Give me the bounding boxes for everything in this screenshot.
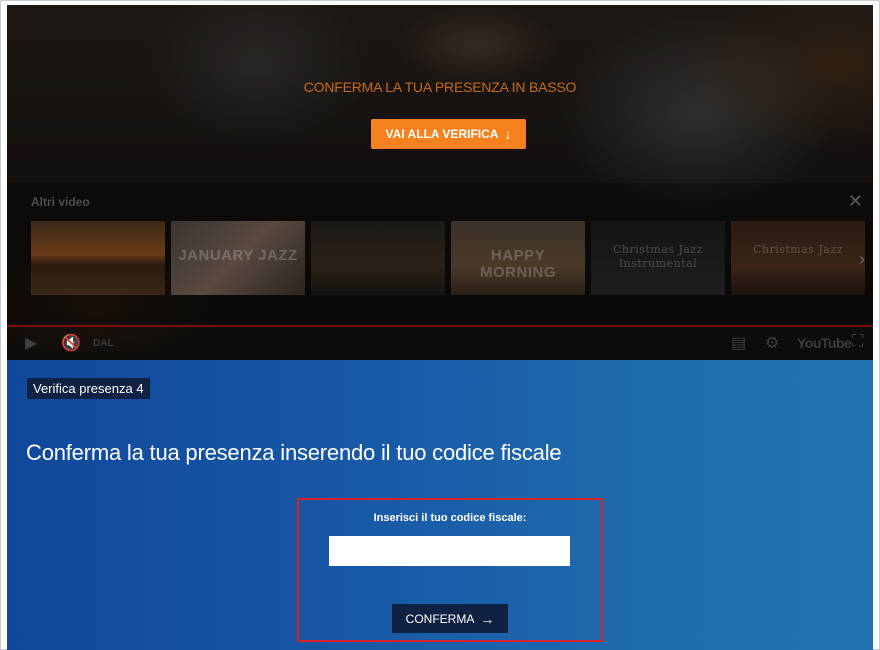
video-thumbnail-2[interactable]: JANUARY JAZZ: [171, 221, 305, 295]
thumbnail-title: Christmas Jazz: [752, 243, 844, 256]
confirm-label: CONFERMA: [405, 611, 475, 626]
live-label: DAL: [93, 338, 114, 349]
player-controls: ▶ 🔇 DAL ▤ ⚙ YouTube ⛶: [7, 329, 873, 360]
arrow-right-icon: →: [480, 610, 495, 627]
video-thumbnail-4[interactable]: HAPPY MORNING: [451, 221, 585, 295]
page-title: Conferma la tua presenza inserendo il tu…: [26, 440, 562, 465]
progress-bar[interactable]: [7, 325, 873, 327]
youtube-logo[interactable]: YouTube: [797, 335, 852, 351]
video-player[interactable]: CONFERMA LA TUA PRESENZA IN BASSO VAI AL…: [7, 5, 873, 360]
video-thumbnail-1[interactable]: [31, 221, 165, 295]
go-to-verification-label: VAI ALLA VERIFICA: [385, 127, 499, 141]
gear-icon[interactable]: ⚙: [765, 333, 779, 353]
verification-badge: Verifica presenza 4: [27, 378, 150, 399]
more-videos-title: Altri video: [31, 195, 90, 209]
video-thumbnail-6[interactable]: Christmas Jazz: [731, 221, 865, 295]
go-to-verification-button[interactable]: VAI ALLA VERIFICA ↓: [371, 119, 526, 149]
arrow-down-icon: ↓: [504, 126, 512, 142]
thumbnail-title: Christmas Jazz Instrumental: [612, 243, 704, 270]
subtitles-icon[interactable]: ▤: [731, 333, 746, 353]
fiscal-code-label: Inserisci il tuo codice fiscale:: [373, 512, 527, 524]
more-videos-panel: Altri video ✕ JANUARY JAZZ HAPPY MORNING…: [7, 183, 873, 323]
chevron-right-icon[interactable]: ›: [859, 249, 865, 270]
confirm-button[interactable]: CONFERMA →: [392, 604, 508, 633]
video-thumbnail-3[interactable]: [311, 221, 445, 295]
overlay-message: CONFERMA LA TUA PRESENZA IN BASSO: [303, 79, 577, 95]
close-icon[interactable]: ✕: [848, 191, 863, 212]
mute-icon[interactable]: 🔇: [61, 333, 81, 353]
video-thumbnail-5[interactable]: Christmas Jazz Instrumental: [591, 221, 725, 295]
fiscal-code-form: Inserisci il tuo codice fiscale: CONFERM…: [297, 498, 603, 642]
play-icon[interactable]: ▶: [25, 333, 37, 353]
thumbnail-title: JANUARY JAZZ: [178, 247, 298, 264]
verification-section: Verifica presenza 4 Conferma la tua pres…: [7, 360, 873, 650]
fullscreen-icon[interactable]: ⛶: [852, 333, 863, 351]
fiscal-code-input[interactable]: [329, 536, 570, 566]
thumbnail-title: HAPPY MORNING: [480, 247, 556, 281]
